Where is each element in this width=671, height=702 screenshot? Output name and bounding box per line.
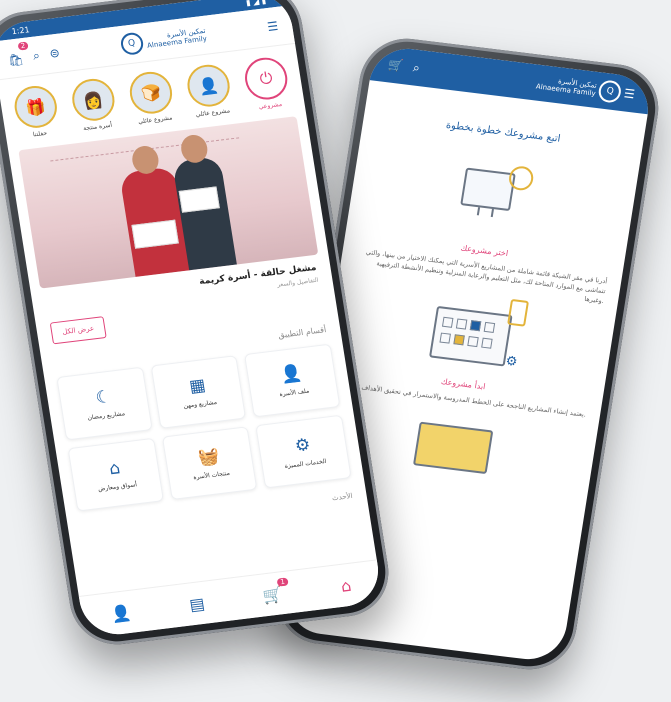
steps-title: اتبع مشروعك خطوة بخطوة [445,119,562,145]
story-label: مشروعي [258,100,283,111]
category-tile-products[interactable]: 🧺 منتجات الأسرة [161,426,258,501]
service-icon: ⚙ [293,434,312,457]
right-logo-text: تمكين الأسرة Alnaeema Family [535,75,597,98]
gear-icon: ⚙ [504,353,519,370]
profile-icon[interactable]: 👤 [110,602,133,623]
story-item[interactable]: 🍞 مشروع عائلي [124,69,180,126]
tile-label: مشاريع رمضان [87,410,126,422]
tile-label: الخدمات المميزة [284,457,327,470]
cart-badge: 2 [17,40,29,51]
cart-icon: 🛒 [261,583,285,605]
filter-icon[interactable]: ⊜ [48,46,60,61]
calendar-cell [455,318,468,330]
tile-label: منتجات الأسرة [192,469,231,482]
child-head [179,133,210,165]
story-item[interactable]: 🎁 حفلتنا [9,83,65,140]
story-label: حفلتنا [32,129,48,139]
search-icon[interactable]: ⌕ [412,60,421,76]
status-indicators: ▮ ◢ ▮ [245,0,267,7]
story-label: أسرة منتجة [82,121,113,133]
moon-icon: ☾ [94,386,113,409]
app-logo: Q تمكين الأسرة Alnaeema Family [119,24,208,56]
category-tile-markets[interactable]: ⌂ أسواق ومعارض [67,437,164,512]
header-cart[interactable]: 🛍 2 [6,40,29,69]
right-logo: تمكين الأسرة Alnaeema Family Q ☰ [535,72,636,106]
search-icon[interactable]: ⌕ [32,48,41,64]
hourglass-icon [507,298,530,327]
cart-nav-badge: 1 [276,576,289,587]
avatar: 👤 [184,62,233,109]
menu-icon[interactable]: ☰ [266,19,279,34]
home-icon[interactable]: ⌂ [339,575,352,595]
held-card [178,186,220,213]
calendar-cell [439,332,451,344]
logo-icon: Q [597,79,623,104]
calendar-cell [441,316,454,328]
basket-icon: 🧺 [196,446,221,469]
header-actions: 🛍 2 ⌕ ⊜ [6,40,61,69]
category-tile-ramadan[interactable]: ☾ مشاريع رمضان [56,366,153,441]
status-time: 1:21 [10,24,31,36]
story-item[interactable]: ⏻ مشروعي [239,55,295,112]
orders-icon[interactable]: ▤ [188,593,206,614]
workshop-icon: ▦ [187,375,207,397]
mockup-scene: 🛒 ⌕ تمكين الأسرة Alnaeema Family Q ☰ اتب… [0,0,671,702]
story-item[interactable]: 👩 أسرة منتجة [66,76,122,133]
user-icon: 👤 [279,363,304,386]
story-label: مشروع عائلي [195,107,231,119]
tile-label: أسواق ومعارض [97,481,138,493]
logo-text: تمكين الأسرة Alnaeema Family [145,27,208,50]
store-icon: ⌂ [107,458,122,480]
monitor-illustration [443,154,543,234]
calendar-cell [483,321,496,333]
phone-left: 1:21 ▮ ◢ ▮ 🛍 2 ⌕ ⊜ Q تمكين الأسرة Alnaee… [0,0,395,650]
cart-icon: 🛍 [7,51,25,68]
story-item[interactable]: 👤 مشروع عائلي [181,62,237,119]
category-tile-workshops[interactable]: ▦ مشاريع ومهن [150,355,247,429]
calendar-illustration: ⚙ [429,298,530,370]
phone-left-screen: 1:21 ▮ ◢ ▮ 🛍 2 ⌕ ⊜ Q تمكين الأسرة Alnaee… [0,0,384,639]
menu-icon[interactable]: ☰ [623,86,636,101]
tile-label: مشاريع ومهن [183,398,218,410]
right-header-actions: 🛒 ⌕ [387,57,421,76]
calendar-cell [453,334,465,346]
tile-label: ملف الأسرة [278,387,310,399]
power-icon: ⏻ [242,55,291,102]
story-label: مشروع عائلي [137,114,173,126]
cart-nav-button[interactable]: 🛒 1 [261,576,289,605]
calendar-cell [469,320,482,332]
avatar: 🍞 [126,69,176,117]
cart-icon[interactable]: 🛒 [387,57,404,73]
folder-illustration [412,421,494,475]
avatar: 👩 [69,76,118,124]
category-tile-profile[interactable]: 👤 ملف الأسرة [244,343,341,418]
calendar-cell [467,335,479,348]
calendar-cell [481,337,493,349]
monitor-icon [460,167,516,212]
logo-icon: Q [119,31,145,56]
avatar: 🎁 [11,83,60,131]
category-tile-services[interactable]: ⚙ الخدمات المميزة [255,414,352,489]
